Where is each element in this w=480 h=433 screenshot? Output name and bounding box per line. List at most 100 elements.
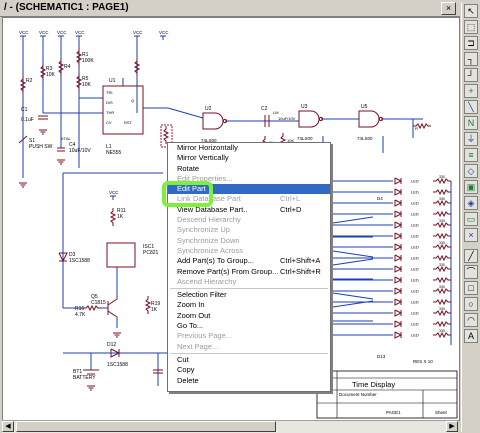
resistor-value: 330	[439, 219, 445, 223]
place-rectangle-icon[interactable]: □	[464, 281, 478, 295]
led-resistor	[433, 265, 451, 273]
title-block-doc-label: Document Number	[339, 392, 377, 397]
vcc-label: VCC	[159, 30, 169, 35]
led-symbol	[394, 309, 403, 317]
place-polyline-icon[interactable]: ⌒	[464, 265, 478, 279]
menu-item-label: Go To...	[177, 321, 204, 331]
menu-item-cut[interactable]: Cut	[168, 355, 330, 365]
resistor-r16	[83, 304, 101, 312]
scroll-right-button[interactable]: ▶	[446, 421, 458, 432]
part-label: R2	[26, 78, 33, 84]
nand-gate-u5	[358, 110, 380, 128]
horizontal-scrollbar[interactable]: ◀ ▶	[2, 420, 458, 433]
title-block-page-label: PAGE1	[386, 410, 401, 415]
resistor-value: 330	[439, 241, 445, 245]
menu-item-remove-part-s-from-group[interactable]: Remove Part(s) From Group... Ctrl+Shift+R	[168, 267, 330, 277]
part-label: 1SC1588	[107, 362, 128, 368]
place-hier-pin-icon[interactable]: ▭	[464, 212, 478, 226]
part-label: U3	[301, 104, 308, 110]
menu-item-descend-hierarchy: Descend Hierarchy	[168, 215, 330, 225]
crystal-label: XTAL	[61, 136, 71, 141]
led-symbol	[394, 298, 403, 306]
gate-type-label: 74LS00	[297, 136, 313, 141]
led-label: LED	[411, 322, 419, 327]
menu-item-mirror-vertically[interactable]: Mirror Vertically	[168, 153, 330, 163]
menu-item-delete[interactable]: Delete	[168, 376, 330, 386]
menu-item-mirror-horizontally[interactable]: Mirror Horizontally	[168, 143, 330, 153]
optocoupler-isc1	[106, 242, 136, 268]
window-title: / - (SCHEMATIC1 : PAGE1)	[4, 2, 129, 13]
pin-label: Q	[131, 98, 134, 103]
place-text-icon[interactable]: A	[464, 329, 478, 343]
scroll-thumb[interactable]	[16, 421, 276, 432]
place-bus-entry-icon[interactable]: ╲	[464, 100, 478, 114]
menu-item-label: Synchronize Across	[177, 245, 243, 255]
place-junction-icon[interactable]: +	[464, 84, 478, 98]
menu-item-shortcut: Ctrl+Shift+R	[280, 266, 321, 276]
resistor-value: 330	[439, 263, 445, 267]
place-bus-icon[interactable]: ┘	[464, 68, 478, 82]
place-power-icon[interactable]: ⏚	[464, 132, 478, 146]
resistor-label: R	[415, 126, 418, 131]
led-resistor	[433, 188, 451, 196]
place-hier-port-icon[interactable]: ◈	[464, 196, 478, 210]
bus-wire	[332, 292, 374, 300]
menu-item-label: Add Part(s) To Group...	[177, 256, 254, 266]
place-line-icon[interactable]: ╱	[464, 249, 478, 263]
vcc-label: VCC	[39, 30, 49, 35]
led-resistor	[433, 254, 451, 262]
menu-item-go-to[interactable]: Go To...	[168, 321, 330, 331]
place-ellipse-icon[interactable]: ○	[464, 297, 478, 311]
resistor-value: 330	[439, 285, 445, 289]
context-menu: Mirror Horizontally Mirror Vertically Rota…	[167, 142, 331, 392]
menu-item-label: Remove Part(s) From Group...	[177, 266, 279, 276]
menu-item-ascend-hierarchy: Ascend Hierarchy	[168, 277, 330, 287]
resistor-value: 330	[439, 307, 445, 311]
place-net-alias-icon[interactable]: N	[464, 116, 478, 130]
part-label: 10K	[46, 72, 56, 78]
led-label: LED	[411, 256, 419, 261]
led-symbol	[394, 320, 403, 328]
vcc-label: VCC	[19, 30, 29, 35]
pin-label: THR	[106, 110, 114, 115]
menu-item-synchronize-down: Synchronize Down	[168, 236, 330, 246]
led-resistor	[433, 210, 451, 218]
place-no-connect-icon[interactable]: ×	[464, 228, 478, 242]
pointer-tool-icon[interactable]: ↖	[464, 4, 478, 18]
close-button[interactable]: ×	[441, 2, 456, 15]
place-ground-icon[interactable]: ≡	[464, 148, 478, 162]
led-resistor	[433, 331, 451, 339]
place-wire-icon[interactable]: ┐	[464, 52, 478, 66]
nand-gate-u3	[298, 110, 320, 128]
pin-label: DIS	[106, 100, 113, 105]
place-arc-icon[interactable]: ◠	[464, 313, 478, 327]
menu-item-zoom-out[interactable]: Zoom Out	[168, 311, 330, 321]
led-label: LED	[411, 201, 419, 206]
place-part-icon[interactable]: ⊐	[464, 36, 478, 50]
menu-item-zoom-in[interactable]: Zoom In	[168, 300, 330, 310]
place-offpage-icon[interactable]: ◇	[464, 164, 478, 178]
led-symbol	[394, 177, 403, 185]
scroll-left-button[interactable]: ◀	[2, 421, 14, 432]
diode-label: D4	[377, 196, 383, 201]
menu-item-label: Rotate	[177, 163, 200, 173]
menu-item-add-part-s-to-group[interactable]: Add Part(s) To Group... Ctrl+Shift+A	[168, 256, 330, 266]
part-label: C2	[261, 106, 268, 112]
place-hier-block-icon[interactable]: ▣	[464, 180, 478, 194]
menu-item-label: Zoom Out	[177, 310, 211, 320]
menu-item-copy[interactable]: Copy	[168, 365, 330, 375]
led-resistor	[433, 243, 451, 251]
led-symbol	[394, 232, 403, 240]
part-label: U2	[205, 106, 212, 112]
led-label: LED	[411, 300, 419, 305]
gate-type-label: 74LS00	[357, 136, 373, 141]
resistor-r11	[109, 208, 117, 226]
part-label: PUSH SW	[29, 144, 53, 150]
part-label: C1	[21, 107, 28, 113]
led-symbol	[394, 243, 403, 251]
menu-item-selection-filter[interactable]: Selection Filter	[168, 290, 330, 300]
led-symbol	[394, 287, 403, 295]
menu-item-shortcut: Ctrl+Shift+A	[280, 256, 321, 266]
select-area-icon[interactable]: ⬚	[464, 20, 478, 34]
menu-item-rotate[interactable]: Rotate	[168, 164, 330, 174]
